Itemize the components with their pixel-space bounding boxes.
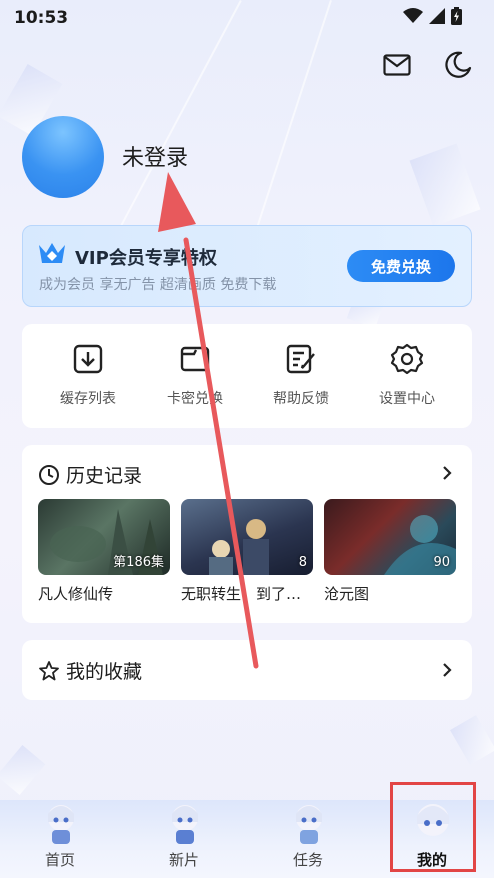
mascot-icon xyxy=(296,805,322,844)
action-label: 帮助反馈 xyxy=(273,391,329,407)
vip-card[interactable]: VIP会员专享特权 成为会员 享无广告 超清画质 免费下载 免费兑换 xyxy=(22,225,472,307)
theme-toggle-button[interactable] xyxy=(441,48,475,82)
nav-label: 新片 xyxy=(168,851,199,869)
nav-label: 任务 xyxy=(292,851,323,869)
avatar[interactable] xyxy=(22,116,104,198)
clock-icon xyxy=(39,464,59,485)
episode-badge: 第186集 xyxy=(113,555,164,570)
chevron-right-icon[interactable] xyxy=(442,662,452,678)
nav-tasks[interactable]: 任务 xyxy=(248,800,368,878)
history-header[interactable]: 历史记录 xyxy=(38,461,142,488)
history-thumb-2[interactable]: 8 xyxy=(181,499,313,575)
history-thumb-3[interactable]: 90 xyxy=(324,499,456,575)
favorites-title: 我的收藏 xyxy=(66,661,143,683)
crown-icon xyxy=(39,243,65,263)
login-status-text[interactable]: 未登录 xyxy=(122,140,188,172)
chevron-right-icon[interactable] xyxy=(442,465,452,481)
battery-icon xyxy=(451,7,462,25)
mail-icon xyxy=(383,54,411,76)
star-icon xyxy=(39,660,59,680)
history-item-title[interactable]: 凡人修仙传 xyxy=(38,583,170,604)
free-redeem-button[interactable]: 免费兑换 xyxy=(347,250,455,282)
annotation-highlight-box xyxy=(390,782,476,872)
status-time: 10:53 xyxy=(14,8,69,28)
wifi-icon xyxy=(403,8,423,23)
gear-icon xyxy=(390,343,424,375)
action-cache-list[interactable]: 缓存列表 xyxy=(43,342,133,408)
history-title: 历史记录 xyxy=(66,465,143,487)
mascot-icon xyxy=(48,805,74,844)
history-item-title[interactable]: 无职转生：到了异世界就拿出真本事 xyxy=(181,583,313,604)
history-card: 历史记录 第186集 凡人修仙传 8 无职转生：到了异世界就拿出真本事 90 沧… xyxy=(22,445,472,623)
action-help-feedback[interactable]: 帮助反馈 xyxy=(256,342,346,408)
favorites-card[interactable]: 我的收藏 xyxy=(22,640,472,700)
edit-icon xyxy=(286,344,315,374)
card-icon xyxy=(180,346,210,372)
action-label: 卡密兑换 xyxy=(167,391,223,407)
episode-badge: 90 xyxy=(433,555,450,570)
favorites-header: 我的收藏 xyxy=(38,657,142,684)
vip-subtitle: 成为会员 享无广告 超清画质 免费下载 xyxy=(39,277,277,293)
action-label: 缓存列表 xyxy=(60,391,116,407)
moon-icon xyxy=(445,51,472,78)
history-item-title[interactable]: 沧元图 xyxy=(324,583,456,604)
action-card-redeem[interactable]: 卡密兑换 xyxy=(150,342,240,408)
status-icons xyxy=(403,7,462,25)
vip-title: VIP会员专享特权 xyxy=(75,248,217,269)
nav-label: 首页 xyxy=(44,851,75,869)
history-thumb-1[interactable]: 第186集 xyxy=(38,499,170,575)
thumbnail-image xyxy=(209,519,269,575)
nav-home[interactable]: 首页 xyxy=(0,800,120,878)
quick-actions-card: 缓存列表 卡密兑换 帮助反馈 设置中心 xyxy=(22,324,472,428)
episode-badge: 8 xyxy=(298,555,307,570)
mascot-icon xyxy=(172,805,198,844)
signal-icon xyxy=(429,8,445,24)
nav-new-releases[interactable]: 新片 xyxy=(124,800,244,878)
action-label: 设置中心 xyxy=(379,391,435,407)
download-icon xyxy=(73,344,103,374)
mail-button[interactable] xyxy=(380,48,414,82)
action-settings[interactable]: 设置中心 xyxy=(362,342,452,408)
